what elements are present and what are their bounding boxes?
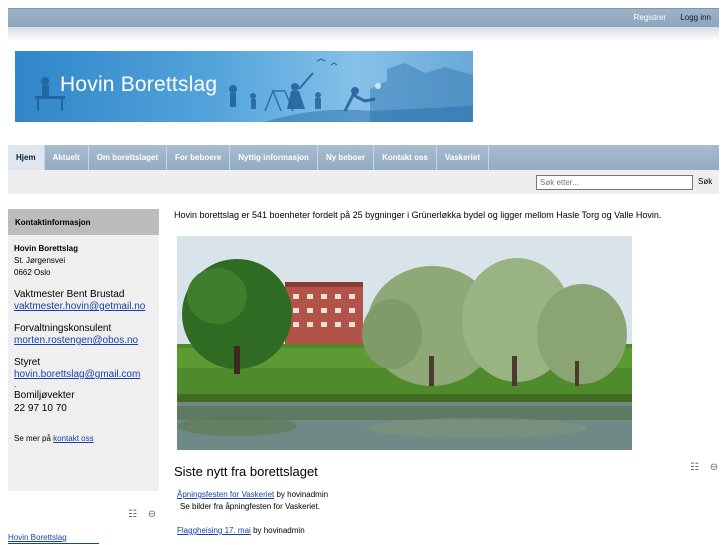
sidebar-heading: Kontaktinformasjon <box>8 209 159 235</box>
collapse-icon[interactable]: ⊖ <box>710 462 718 473</box>
nav-item-nyttig-informasjon[interactable]: Nyttig informasjon <box>230 145 318 170</box>
caretaker-label: Vaktmester Bent Brustad <box>14 289 125 300</box>
nav-item-aktuelt[interactable]: Aktuelt <box>45 145 89 170</box>
top-bar-shadow <box>8 27 719 41</box>
news-item-title-link[interactable]: Åpningsfesten for Vaskeriet <box>177 490 274 499</box>
rss-icon[interactable]: ☷ <box>128 509 137 520</box>
org-name: Hovin Borettslag <box>14 244 79 253</box>
login-link[interactable]: Logg inn <box>680 13 711 22</box>
search-input[interactable] <box>536 175 693 190</box>
nav-item-vaskeriet[interactable]: Vaskeriet <box>437 145 489 170</box>
rss-icon[interactable]: ☷ <box>690 462 699 473</box>
street-address: St. Jørgensvei <box>14 256 66 265</box>
sidebar-controls: ☷ ⊖ <box>128 509 156 520</box>
nav-item-kontakt-oss[interactable]: Kontakt oss <box>374 145 437 170</box>
guard-label: Bomiljøvekter <box>14 390 75 401</box>
top-bar: Registrer Logg inn <box>8 8 719 27</box>
park-photo <box>177 236 632 450</box>
collapse-icon[interactable]: ⊖ <box>148 509 156 520</box>
board-email-link[interactable]: hovin.borettslag@gmail.com <box>14 369 140 380</box>
board-label: Styret <box>14 357 41 368</box>
see-more-text: Se mer på <box>14 434 51 443</box>
caretaker-email-link[interactable]: vaktmester.hovin@getmail.no <box>14 301 145 312</box>
news-item-description: Se bilder fra åpningfesten for Vaskeriet… <box>180 502 320 511</box>
news-item-author: by hovinadmin <box>253 526 305 535</box>
search-bar: Søk <box>8 170 719 194</box>
separator-dot: . <box>14 380 17 389</box>
contact-us-link[interactable]: kontakt oss <box>53 434 93 443</box>
contact-sidebar: Kontaktinformasjon Hovin Borettslag St. … <box>8 209 159 491</box>
site-banner[interactable]: Hovin Borettslag <box>15 51 473 122</box>
manager-label: Forvaltningskonsulent <box>14 323 112 334</box>
postal-address: 0662 Oslo <box>14 268 51 277</box>
nav-item-hjem[interactable]: Hjem <box>8 145 45 170</box>
guard-phone: 22 97 10 70 <box>14 403 67 414</box>
search-button[interactable]: Søk <box>698 177 712 186</box>
news-item: Åpningsfesten for Vaskeriet by hovinadmi… <box>177 489 328 501</box>
intro-text: Hovin borettslag er 541 boenheter fordel… <box>174 210 662 220</box>
news-list: Åpningsfesten for Vaskeriet by hovinadmi… <box>177 489 328 537</box>
main-nav: Hjem Aktuelt Om borettslaget For beboere… <box>8 145 719 170</box>
news-item-author: by hovinadmin <box>276 490 329 499</box>
nav-item-for-beboere[interactable]: For beboere <box>167 145 231 170</box>
banner-title: Hovin Borettslag <box>60 73 218 96</box>
news-item: Flaggheising 17. mai by hovinadmin <box>177 525 328 537</box>
nav-item-om-borettslaget[interactable]: Om borettslaget <box>89 145 168 170</box>
news-controls: ☷ ⊖ <box>690 462 718 473</box>
news-heading: Siste nytt fra borettslaget <box>174 464 318 479</box>
manager-email-link[interactable]: morten.rostengen@obos.no <box>14 335 138 346</box>
footer-home-link[interactable]: Hovin Borettslag <box>8 533 99 544</box>
news-item-title-link[interactable]: Flaggheising 17. mai <box>177 526 251 535</box>
nav-item-ny-beboer[interactable]: Ny beboer <box>318 145 375 170</box>
register-link[interactable]: Registrer <box>634 13 666 22</box>
